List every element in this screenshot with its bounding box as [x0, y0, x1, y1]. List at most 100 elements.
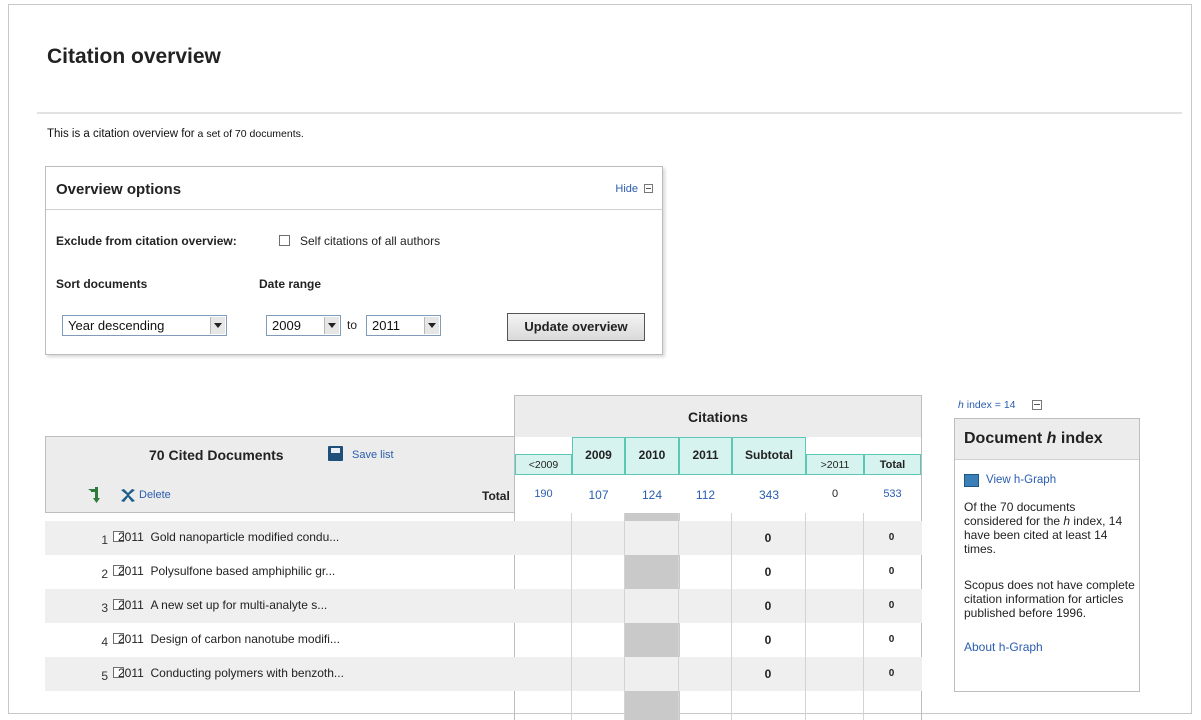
h-index-title-post: index: [1056, 430, 1103, 447]
chevron-down-icon[interactable]: [210, 317, 225, 334]
delete-icon[interactable]: [120, 489, 136, 503]
row-title[interactable]: A new set up for multi-analyte s...: [150, 598, 327, 612]
row-document[interactable]: 2011 Gold nanoparticle modified condu...: [118, 530, 339, 544]
row-document[interactable]: 2011 Conducting polymers with benzoth...: [118, 666, 344, 680]
collapse-icon[interactable]: [1032, 400, 1042, 410]
col-header-2010: 2010: [625, 437, 679, 475]
view-h-graph-link[interactable]: View h-Graph: [986, 474, 1056, 486]
row-year: 2011: [118, 666, 144, 680]
row-document[interactable]: 2011 A new set up for multi-analyte s...: [118, 598, 327, 612]
date-from-select[interactable]: 2009: [266, 315, 341, 336]
row-number: 1: [101, 533, 108, 547]
row-document[interactable]: 2011 Design of carbon nanotube modifi...: [118, 632, 340, 646]
document-h-index-panel: Document h index View h-Graph Of the 70 …: [954, 418, 1140, 692]
col-header-post2011: >2011: [806, 454, 864, 475]
self-citations-label: Self citations of all authors: [300, 234, 441, 248]
h-index-title-pre: Document: [964, 430, 1047, 447]
h-index-title-h: h: [1046, 430, 1057, 447]
row-subtotal: 0: [764, 633, 772, 647]
h-index-title: Document h index: [964, 430, 1103, 448]
h-index-link[interactable]: h index = 14: [958, 399, 1016, 411]
collapse-icon[interactable]: [644, 184, 653, 193]
date-from-value: 2009: [272, 318, 301, 333]
row-title[interactable]: Conducting polymers with benzoth...: [150, 666, 343, 680]
hide-options-link[interactable]: Hide: [615, 183, 638, 195]
sort-documents-label: Sort documents: [56, 277, 148, 291]
about-h-graph-link[interactable]: About h-Graph: [964, 640, 1043, 654]
overview-options-header: Overview options Hide: [46, 167, 662, 210]
row-total: 0: [888, 634, 895, 645]
row-total: 0: [888, 566, 895, 577]
save-list-link[interactable]: Save list: [352, 449, 394, 461]
page-title: Citation overview: [47, 45, 221, 68]
intro-lead: This is a citation overview for: [47, 128, 195, 140]
cited-documents-header: 70 Cited Documents Save list Delete Tota…: [45, 436, 515, 513]
total-2011: 112: [695, 488, 716, 502]
row-subtotal: 0: [764, 667, 772, 681]
col-header-2011: 2011: [679, 437, 732, 475]
h-index-note: Scopus does not have complete citation i…: [964, 578, 1135, 620]
row-title[interactable]: Polysulfone based amphiphilic gr...: [150, 564, 335, 578]
self-citations-checkbox[interactable]: [279, 235, 290, 246]
table-row: 4 2011 Design of carbon nanotube modifi.…: [45, 623, 922, 657]
row-number: 2: [101, 567, 108, 581]
intro-rest: a set of 70 documents.: [194, 128, 304, 140]
row-number: 4: [101, 635, 108, 649]
total-2010: 124: [641, 488, 663, 502]
total-post2011: 0: [831, 488, 839, 500]
col-header-total: Total: [864, 454, 921, 475]
overview-options-panel: Overview options Hide Exclude from citat…: [45, 166, 663, 355]
chevron-down-icon[interactable]: [424, 317, 439, 334]
date-to-select[interactable]: 2011: [366, 315, 441, 336]
row-number: 3: [101, 601, 108, 615]
total-pre2009: 190: [534, 488, 553, 500]
overview-options-title: Overview options: [56, 181, 182, 198]
table-row: 2 2011 Polysulfone based amphiphilic gr.…: [45, 555, 922, 589]
col-header-pre2009: <2009: [515, 454, 572, 475]
date-range-label: Date range: [259, 277, 322, 291]
save-icon[interactable]: [328, 446, 343, 461]
row-year: 2011: [118, 530, 144, 544]
h-index-description: Of the 70 documents considered for the h…: [964, 500, 1136, 556]
citations-title: Citations: [688, 409, 748, 425]
row-total: 0: [888, 668, 895, 679]
col-header-2009: 2009: [572, 437, 625, 475]
table-row: 3 2011 A new set up for multi-analyte s.…: [45, 589, 922, 623]
h-index-value: index = 14: [963, 399, 1016, 411]
row-total: 0: [888, 600, 895, 611]
row-subtotal: 0: [764, 599, 772, 613]
date-to-value: 2011: [372, 318, 400, 333]
total-subtotal: 343: [758, 488, 780, 502]
chevron-down-icon[interactable]: [324, 317, 339, 334]
update-overview-button[interactable]: Update overview: [507, 313, 645, 341]
citations-header: Citations: [514, 395, 922, 437]
exclude-label: Exclude from citation overview:: [56, 234, 237, 248]
table-row: 5 2011 Conducting polymers with benzoth.…: [45, 657, 922, 691]
table-row: 1 2011 Gold nanoparticle modified condu.…: [45, 521, 922, 555]
h-index-header: Document h index: [955, 419, 1139, 460]
row-year: 2011: [118, 632, 144, 646]
cited-documents-title: 70 Cited Documents: [149, 447, 284, 463]
graph-icon[interactable]: [964, 474, 979, 487]
row-subtotal: 0: [764, 565, 772, 579]
total-total: 533: [883, 488, 902, 500]
sort-arrow-icon[interactable]: [88, 487, 100, 503]
intro-text: This is a citation overview for a set of…: [47, 128, 304, 140]
sort-documents-value: Year descending: [68, 318, 165, 333]
row-subtotal: 0: [764, 531, 772, 545]
date-to-label: to: [347, 318, 358, 332]
row-title[interactable]: Design of carbon nanotube modifi...: [150, 632, 339, 646]
row-year: 2011: [118, 564, 144, 578]
total-2009: 107: [588, 488, 609, 502]
delete-link[interactable]: Delete: [139, 489, 171, 501]
sort-documents-select[interactable]: Year descending: [62, 315, 227, 336]
title-divider: [37, 112, 1182, 114]
row-title[interactable]: Gold nanoparticle modified condu...: [150, 530, 339, 544]
h-desc-a: Of the 70 documents considered for the: [964, 500, 1076, 528]
row-document[interactable]: 2011 Polysulfone based amphiphilic gr...: [118, 564, 335, 578]
row-number: 5: [101, 669, 108, 683]
row-total: 0: [888, 532, 895, 543]
row-year: 2011: [118, 598, 144, 612]
col-header-subtotal: Subtotal: [732, 437, 806, 475]
total-row-label: Total: [482, 489, 510, 503]
